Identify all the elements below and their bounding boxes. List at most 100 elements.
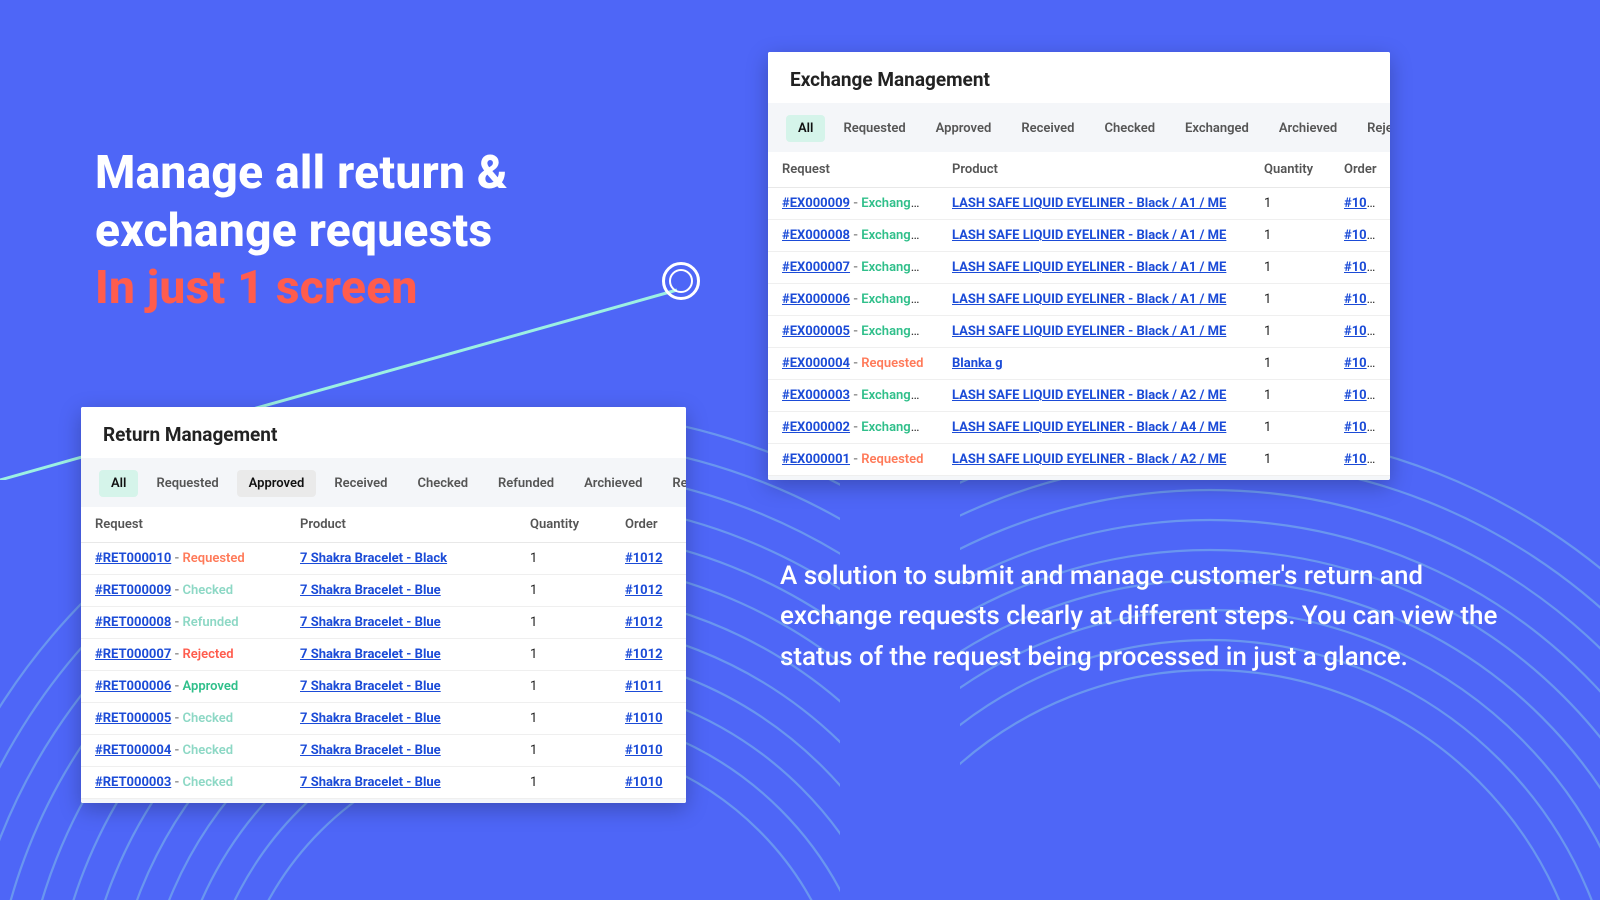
table-row: #RET000004 - Checked7 Shakra Bracelet - … [81,735,686,767]
column-header-request: Request [768,152,938,188]
order-cell: #1012 [611,607,686,639]
product-cell: 7 Shakra Bracelet - Black [286,543,516,575]
tab-rejected[interactable]: Rejected [1355,115,1390,142]
order-link[interactable]: #1012 [625,615,663,630]
request-id-link[interactable]: #RET000006 [95,679,171,694]
product-link[interactable]: 7 Shakra Bracelet - Blue [300,743,441,758]
panel-title: Return Management [81,407,686,458]
request-cell: #EX000009 - Exchanged [768,188,938,220]
order-link[interactable]: #1010 [625,711,663,726]
status-badge: Requested [861,452,923,467]
table-row: #EX000005 - ExchangedLASH SAFE LIQUID EY… [768,316,1390,348]
status-badge: Refunded [183,615,239,630]
order-link[interactable]: #1018 [1344,420,1382,435]
request-id-link[interactable]: #EX000002 [782,420,850,435]
request-cell: #EX000001 - Requested [768,444,938,476]
order-link[interactable]: #1010 [625,743,663,758]
quantity-cell: 1 [1250,316,1330,348]
product-link[interactable]: 7 Shakra Bracelet - Blue [300,711,441,726]
product-link[interactable]: 7 Shakra Bracelet - Blue [300,775,441,790]
status-badge: Requested [183,551,245,566]
request-id-link[interactable]: #EX000009 [782,196,850,211]
product-link[interactable]: Blanka g [952,356,1003,371]
tab-approved[interactable]: Approved [924,115,1004,142]
product-cell: LASH SAFE LIQUID EYELINER - Black / A1 /… [938,252,1250,284]
request-id-link[interactable]: #RET000009 [95,583,171,598]
request-id-link[interactable]: #EX000004 [782,356,850,371]
table-row: #EX000004 - RequestedBlanka g1#1015 [768,348,1390,380]
status-badge: Exchanged [861,324,925,339]
table-row: #RET000003 - Checked7 Shakra Bracelet - … [81,767,686,799]
tab-checked[interactable]: Checked [1092,115,1167,142]
status-badge: Exchanged [861,228,925,243]
request-cell: #EX000007 - Exchanged [768,252,938,284]
order-link[interactable]: #1015 [1344,388,1382,403]
order-link[interactable]: #1015 [1344,228,1382,243]
order-cell: #1012 [611,639,686,671]
tab-refunded[interactable]: Refunded [486,470,566,497]
product-link[interactable]: LASH SAFE LIQUID EYELINER - Black / A2 /… [952,388,1226,403]
product-link[interactable]: 7 Shakra Bracelet - Blue [300,583,441,598]
order-link[interactable]: #1018 [1344,452,1382,467]
status-badge: Checked [183,743,234,758]
tab-exchanged[interactable]: Exchanged [1173,115,1261,142]
product-link[interactable]: 7 Shakra Bracelet - Blue [300,647,441,662]
order-link[interactable]: #1012 [625,647,663,662]
product-link[interactable]: 7 Shakra Bracelet - Blue [300,679,441,694]
request-id-link[interactable]: #EX000007 [782,260,850,275]
request-id-link[interactable]: #RET000008 [95,615,171,630]
request-id-link[interactable]: #EX000005 [782,324,850,339]
headline-line-3: In just 1 screen [95,260,508,318]
request-id-link[interactable]: #EX000003 [782,388,850,403]
product-link[interactable]: LASH SAFE LIQUID EYELINER - Black / A1 /… [952,260,1226,275]
quantity-cell: 1 [516,767,611,799]
tab-all[interactable]: All [99,470,138,497]
request-id-link[interactable]: #EX000006 [782,292,850,307]
order-link[interactable]: #1015 [1344,292,1382,307]
order-link[interactable]: #1012 [625,551,663,566]
request-id-link[interactable]: #EX000008 [782,228,850,243]
product-cell: 7 Shakra Bracelet - Blue [286,767,516,799]
tab-received[interactable]: Received [322,470,399,497]
order-cell: #1015 [1330,284,1390,316]
product-link[interactable]: LASH SAFE LIQUID EYELINER - Black / A1 /… [952,228,1226,243]
product-link[interactable]: LASH SAFE LIQUID EYELINER - Black / A1 /… [952,292,1226,307]
tab-archieved[interactable]: Archieved [572,470,654,497]
tab-requested[interactable]: Requested [831,115,917,142]
product-link[interactable]: LASH SAFE LIQUID EYELINER - Black / A4 /… [952,420,1226,435]
request-id-link[interactable]: #RET000003 [95,775,171,790]
order-link[interactable]: #1015 [1344,356,1382,371]
product-link[interactable]: LASH SAFE LIQUID EYELINER - Black / A1 /… [952,324,1226,339]
product-link[interactable]: LASH SAFE LIQUID EYELINER - Black / A2 /… [952,452,1226,467]
tab-all[interactable]: All [786,115,825,142]
status-badge: Exchanged [861,260,925,275]
tab-received[interactable]: Received [1009,115,1086,142]
order-link[interactable]: #1011 [625,679,663,694]
request-id-link[interactable]: #RET000010 [95,551,171,566]
table-row: #EX000008 - ExchangedLASH SAFE LIQUID EY… [768,220,1390,252]
order-link[interactable]: #1015 [1344,260,1382,275]
request-id-link[interactable]: #RET000005 [95,711,171,726]
order-link[interactable]: #1012 [625,583,663,598]
order-link[interactable]: #1015 [1344,324,1382,339]
tab-checked[interactable]: Checked [405,470,480,497]
quantity-cell: 1 [1250,412,1330,444]
product-cell: 7 Shakra Bracelet - Blue [286,607,516,639]
product-link[interactable]: 7 Shakra Bracelet - Blue [300,615,441,630]
tab-requested[interactable]: Requested [144,470,230,497]
status-badge: Exchanged [861,388,925,403]
order-link[interactable]: #1010 [625,775,663,790]
quantity-cell: 1 [1250,444,1330,476]
request-id-link[interactable]: #RET000004 [95,743,171,758]
order-link[interactable]: #1015 [1344,196,1382,211]
request-id-link[interactable]: #EX000001 [782,452,850,467]
product-cell: 7 Shakra Bracelet - Blue [286,671,516,703]
quantity-cell: 1 [1250,284,1330,316]
tab-approved[interactable]: Approved [237,470,317,497]
column-header-product: Product [938,152,1250,188]
product-link[interactable]: 7 Shakra Bracelet - Black [300,551,447,566]
request-id-link[interactable]: #RET000007 [95,647,171,662]
tab-archieved[interactable]: Archieved [1267,115,1349,142]
tab-rejected[interactable]: Rejected [660,470,686,497]
product-link[interactable]: LASH SAFE LIQUID EYELINER - Black / A1 /… [952,196,1226,211]
